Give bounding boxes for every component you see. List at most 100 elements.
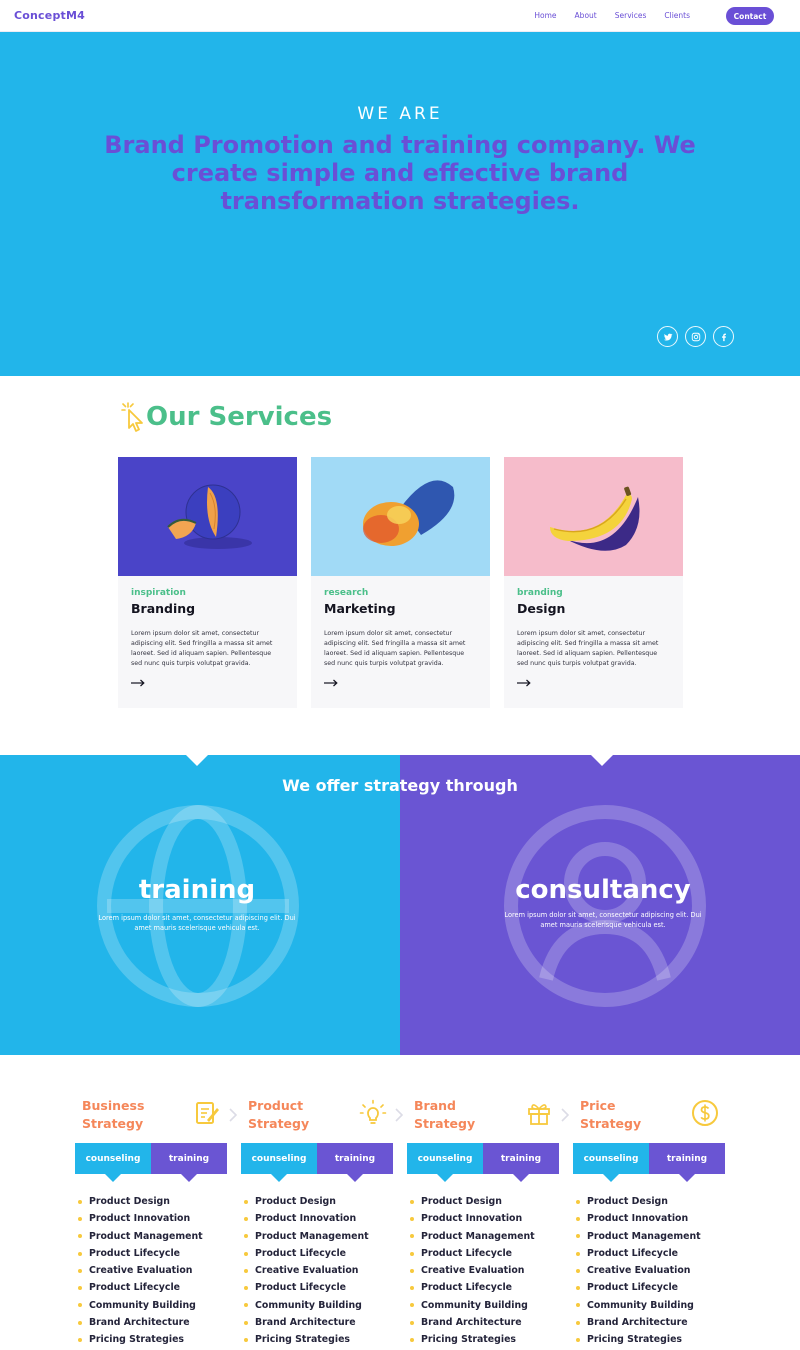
list-item: Brand Architecture xyxy=(78,1314,203,1331)
chevron-right-icon xyxy=(229,1108,238,1122)
list-item: Product Design xyxy=(410,1193,535,1210)
strategy-column: Business Strategy counseling training Pro… xyxy=(75,1095,238,1345)
list-item: Product Lifecycle xyxy=(576,1279,701,1296)
strategy-column: Brand Strategy counseling training Produc… xyxy=(407,1095,570,1345)
strategy-title: We offer strategy through xyxy=(282,776,518,795)
list-item: Product Innovation xyxy=(576,1210,701,1227)
item-list: Product Design Product Innovation Produc… xyxy=(410,1193,535,1349)
list-item: Product Innovation xyxy=(244,1210,369,1227)
list-item: Product Design xyxy=(576,1193,701,1210)
chevron-right-icon xyxy=(395,1108,404,1122)
card-title: Branding xyxy=(131,601,196,616)
card-text: Lorem ipsum dolor sit amet, consectetur … xyxy=(517,630,659,667)
strategy-column: Price Strategy counseling training Produc… xyxy=(573,1095,725,1345)
tab-training[interactable]: training xyxy=(317,1143,393,1182)
list-item: Product Innovation xyxy=(78,1210,203,1227)
tab-training[interactable]: training xyxy=(649,1143,725,1182)
logo[interactable]: ConceptM4 xyxy=(14,9,85,22)
column-title: Brand Strategy xyxy=(414,1098,476,1131)
list-item: Product Management xyxy=(576,1228,701,1245)
strategy-columns: Business Strategy counseling training Pro… xyxy=(75,1095,727,1350)
top-nav: ConceptM4 Home About Services Clients Co… xyxy=(0,0,800,32)
cursor-click-icon xyxy=(121,402,143,432)
list-item: Community Building xyxy=(576,1297,701,1314)
consultancy-heading: consultancy xyxy=(515,875,691,905)
list-item: Community Building xyxy=(410,1297,535,1314)
card-image-mango xyxy=(311,457,490,576)
dollar-icon xyxy=(692,1100,718,1126)
nav-link-home[interactable]: Home xyxy=(534,11,556,20)
list-item: Product Lifecycle xyxy=(244,1279,369,1296)
list-item: Community Building xyxy=(244,1297,369,1314)
column-title: Product Strategy xyxy=(248,1098,310,1131)
notepad-icon xyxy=(196,1102,219,1124)
user-icon xyxy=(504,805,706,1007)
item-list: Product Design Product Innovation Produc… xyxy=(576,1193,701,1349)
nav-link-about[interactable]: About xyxy=(575,11,597,20)
hero-kicker: WE ARE xyxy=(357,104,443,124)
list-item: Brand Architecture xyxy=(244,1314,369,1331)
list-item: Product Lifecycle xyxy=(410,1245,535,1262)
training-text: Lorem ipsum dolor sit amet, consectetur … xyxy=(98,914,296,932)
card-image-banana xyxy=(504,457,683,576)
list-item: Brand Architecture xyxy=(576,1314,701,1331)
list-item: Product Lifecycle xyxy=(410,1279,535,1296)
list-item: Product Lifecycle xyxy=(78,1279,203,1296)
nav-link-services[interactable]: Services xyxy=(615,11,647,20)
card-text: Lorem ipsum dolor sit amet, consectetur … xyxy=(131,630,273,667)
list-item: Creative Evaluation xyxy=(410,1262,535,1279)
list-item: Creative Evaluation xyxy=(244,1262,369,1279)
card-tag: inspiration xyxy=(131,588,186,598)
column-title: Price Strategy xyxy=(580,1098,642,1131)
item-list: Product Design Product Innovation Produc… xyxy=(78,1193,203,1349)
card-text: Lorem ipsum dolor sit amet, consectetur … xyxy=(324,630,466,667)
card-tag: research xyxy=(324,588,369,598)
training-panel: training Lorem ipsum dolor sit amet, con… xyxy=(0,755,400,1055)
tab-training[interactable]: training xyxy=(151,1143,227,1182)
tab-counseling[interactable]: counseling xyxy=(573,1143,649,1182)
list-item: Product Innovation xyxy=(410,1210,535,1227)
list-item: Product Management xyxy=(410,1228,535,1245)
services-header: Our Services xyxy=(120,398,332,436)
list-item: Community Building xyxy=(78,1297,203,1314)
arrow-right-icon[interactable] xyxy=(131,679,145,687)
strategy-section: training Lorem ipsum dolor sit amet, con… xyxy=(0,755,800,1055)
card-title: Marketing xyxy=(324,601,396,616)
list-item: Product Design xyxy=(78,1193,203,1210)
nav-links: Home About Services Clients xyxy=(534,11,690,20)
instagram-icon[interactable] xyxy=(685,326,706,347)
service-cards: inspiration Branding Lorem ipsum dolor s… xyxy=(118,457,683,708)
section-notch xyxy=(590,755,614,766)
list-item: Pricing Strategies xyxy=(78,1331,203,1348)
list-item: Product Lifecycle xyxy=(78,1245,203,1262)
services-title: Our Services xyxy=(146,402,333,432)
list-item: Product Lifecycle xyxy=(244,1245,369,1262)
list-item: Product Lifecycle xyxy=(576,1245,701,1262)
arrow-right-icon[interactable] xyxy=(517,679,531,687)
item-list: Product Design Product Innovation Produc… xyxy=(244,1193,369,1349)
globe-icon xyxy=(97,805,299,1007)
service-card[interactable]: inspiration Branding Lorem ipsum dolor s… xyxy=(118,457,297,708)
list-item: Pricing Strategies xyxy=(576,1331,701,1348)
facebook-icon[interactable] xyxy=(713,326,734,347)
consultancy-panel: consultancy Lorem ipsum dolor sit amet, … xyxy=(400,755,800,1055)
service-card[interactable]: research Marketing Lorem ipsum dolor sit… xyxy=(311,457,490,708)
card-title: Design xyxy=(517,601,566,616)
list-item: Product Design xyxy=(244,1193,369,1210)
arrow-right-icon[interactable] xyxy=(324,679,338,687)
nav-link-clients[interactable]: Clients xyxy=(664,11,690,20)
hero-section: WE ARE Brand Promotion and training comp… xyxy=(0,32,800,376)
card-tag: branding xyxy=(517,588,563,598)
contact-button[interactable]: Contact xyxy=(726,7,774,25)
strategy-column: Product Strategy counseling training Prod… xyxy=(241,1095,404,1345)
list-item: Creative Evaluation xyxy=(78,1262,203,1279)
twitter-icon[interactable] xyxy=(657,326,678,347)
tab-counseling[interactable]: counseling xyxy=(241,1143,317,1182)
tab-counseling[interactable]: counseling xyxy=(75,1143,151,1182)
service-card[interactable]: branding Design Lorem ipsum dolor sit am… xyxy=(504,457,683,708)
section-notch xyxy=(185,755,209,766)
tab-counseling[interactable]: counseling xyxy=(407,1143,483,1182)
list-item: Brand Architecture xyxy=(410,1314,535,1331)
lightbulb-icon xyxy=(359,1099,387,1124)
tab-training[interactable]: training xyxy=(483,1143,559,1182)
